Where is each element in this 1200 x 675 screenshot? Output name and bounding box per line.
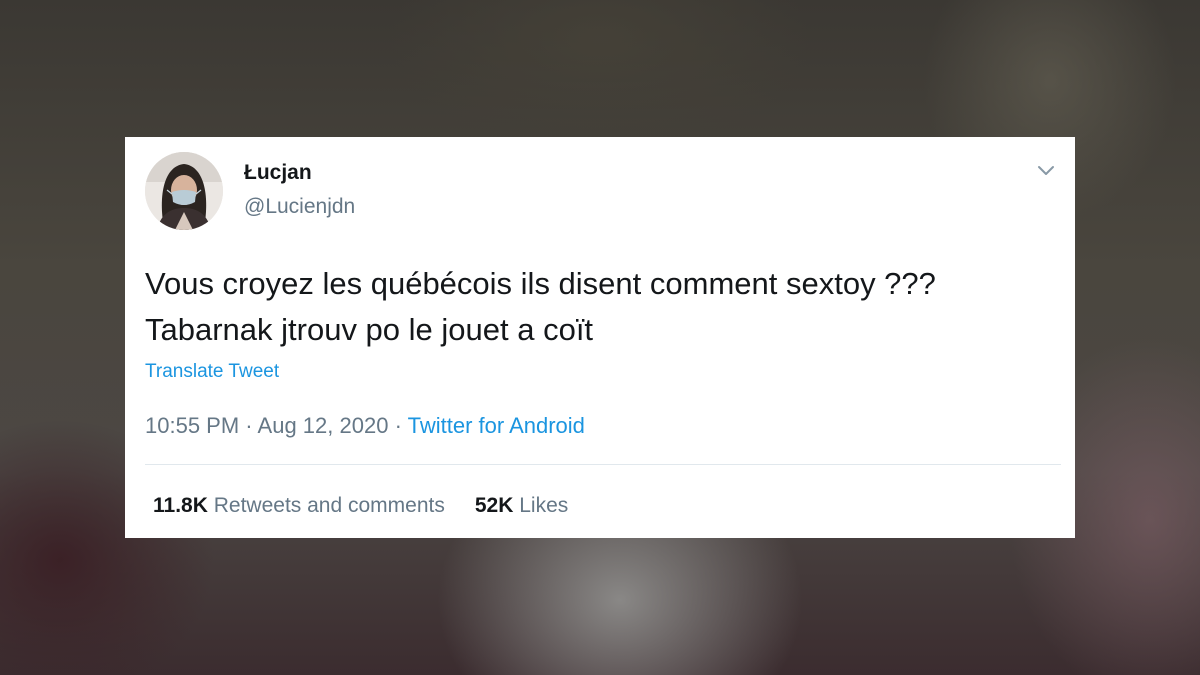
tweet-date[interactable]: Aug 12, 2020 [258,413,389,438]
divider [145,464,1061,465]
tweet-meta: 10:55 PM · Aug 12, 2020 · Twitter for An… [145,413,585,439]
likes-label: Likes [519,494,569,517]
tweet-source-link[interactable]: Twitter for Android [408,413,585,438]
tweet-card: Łucjan @Lucienjdn Vous croyez les québéc… [125,137,1075,538]
tweet-text: Vous croyez les québécois ils disent com… [145,261,1055,353]
user-handle[interactable]: @Lucienjdn [244,195,355,219]
likes-stat[interactable]: 52K Likes [475,494,568,517]
retweets-label: Retweets and comments [213,494,445,517]
likes-count: 52K [474,494,514,517]
retweets-stat[interactable]: 11.8K Retweets and comments [153,494,445,517]
display-name[interactable]: Łucjan [244,161,312,185]
avatar-photo [145,152,223,230]
translate-tweet-link[interactable]: Translate Tweet [145,361,279,383]
tweet-text-line: Vous croyez les québécois ils disent com… [145,266,936,301]
tweet-text-line: Tabarnak jtrouv po le jouet a coït [145,312,594,347]
meta-separator: · [394,413,402,438]
tweet-time[interactable]: 10:55 PM [145,413,239,438]
tweet-stats: 11.8K Retweets and comments 52K Likes [153,494,568,518]
retweets-count: 11.8K [153,494,208,517]
chevron-down-icon[interactable] [1035,163,1057,179]
meta-separator: · [245,413,253,438]
avatar[interactable] [145,152,223,230]
